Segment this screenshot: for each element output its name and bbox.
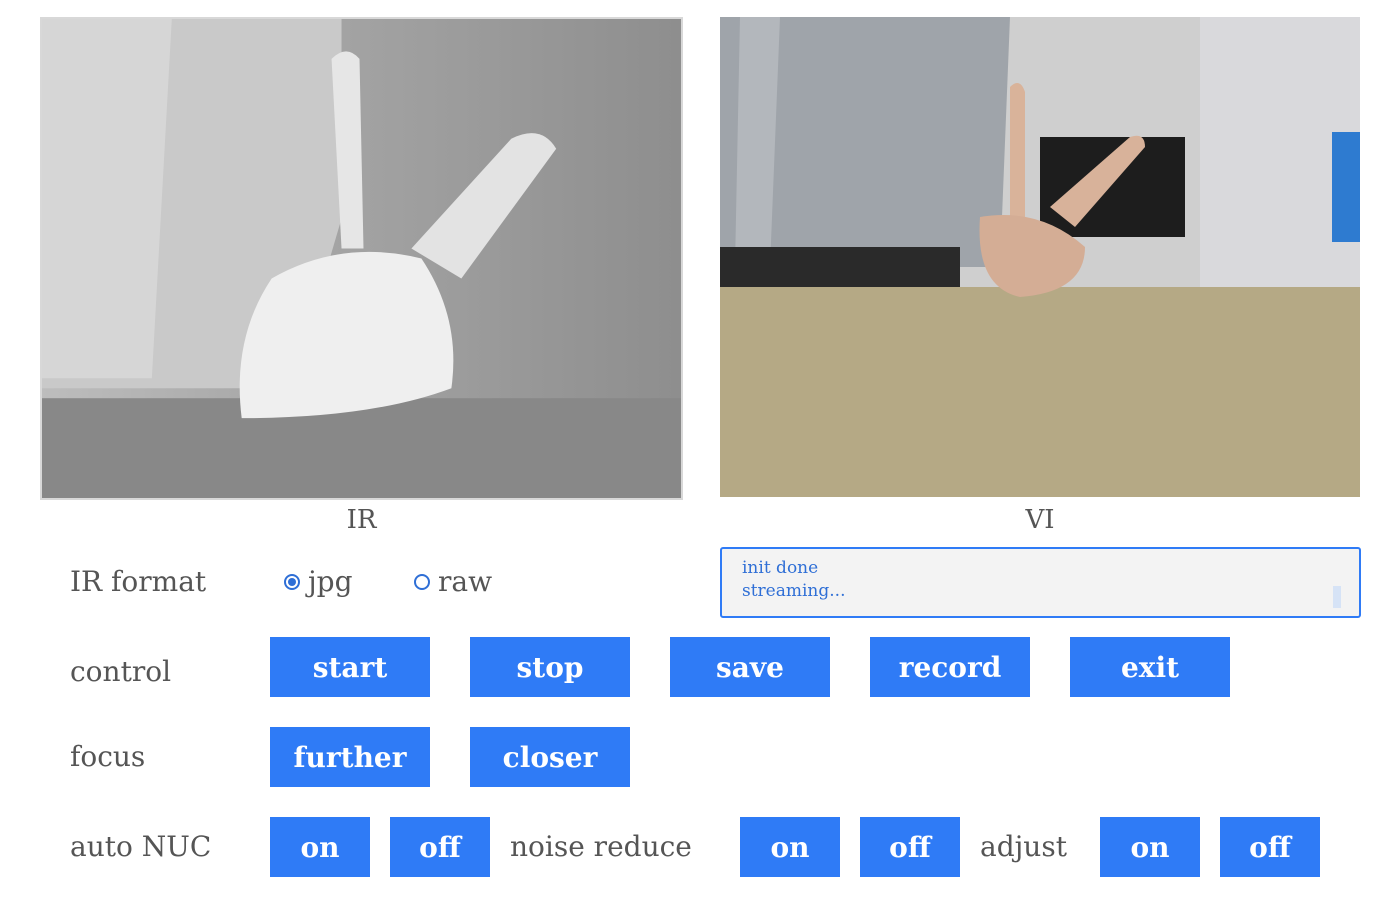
stop-button[interactable]: stop: [470, 637, 630, 697]
ir-format-label: IR format: [70, 565, 207, 598]
vi-caption: VI: [1025, 505, 1055, 535]
ir-thermal-picture: [42, 19, 681, 498]
radio-unchecked-icon[interactable]: [414, 573, 430, 590]
auto-nuc-label: auto NUC: [70, 830, 212, 863]
ir-format-jpg-radio[interactable]: jpg: [284, 565, 353, 598]
noise-reduce-label: noise reduce: [510, 830, 692, 863]
ir-caption: IR: [346, 505, 377, 535]
vi-camera-picture: [720, 17, 1360, 497]
record-button[interactable]: record: [870, 637, 1030, 697]
adjust-off-button[interactable]: off: [1220, 817, 1320, 877]
save-button[interactable]: save: [670, 637, 830, 697]
ir-format-raw-radio[interactable]: raw: [414, 565, 492, 598]
ir-format-jpg-label: jpg: [308, 565, 353, 598]
vi-image: [720, 17, 1360, 497]
control-label: control: [70, 655, 172, 688]
status-log[interactable]: init done streaming...: [720, 547, 1361, 618]
adjust-label: adjust: [980, 830, 1067, 863]
noise-reduce-off-button[interactable]: off: [860, 817, 960, 877]
status-line: init done: [742, 558, 819, 578]
status-scrollbar[interactable]: [1333, 586, 1341, 608]
radio-checked-icon[interactable]: [284, 573, 300, 590]
status-line: streaming...: [742, 581, 846, 601]
noise-reduce-on-button[interactable]: on: [740, 817, 840, 877]
focus-closer-button[interactable]: closer: [470, 727, 630, 787]
ir-image: [40, 17, 683, 500]
start-button[interactable]: start: [270, 637, 430, 697]
focus-further-button[interactable]: further: [270, 727, 430, 787]
auto-nuc-off-button[interactable]: off: [390, 817, 490, 877]
focus-label: focus: [70, 740, 146, 773]
adjust-on-button[interactable]: on: [1100, 817, 1200, 877]
auto-nuc-on-button[interactable]: on: [270, 817, 370, 877]
ir-format-raw-label: raw: [438, 565, 493, 598]
exit-button[interactable]: exit: [1070, 637, 1230, 697]
